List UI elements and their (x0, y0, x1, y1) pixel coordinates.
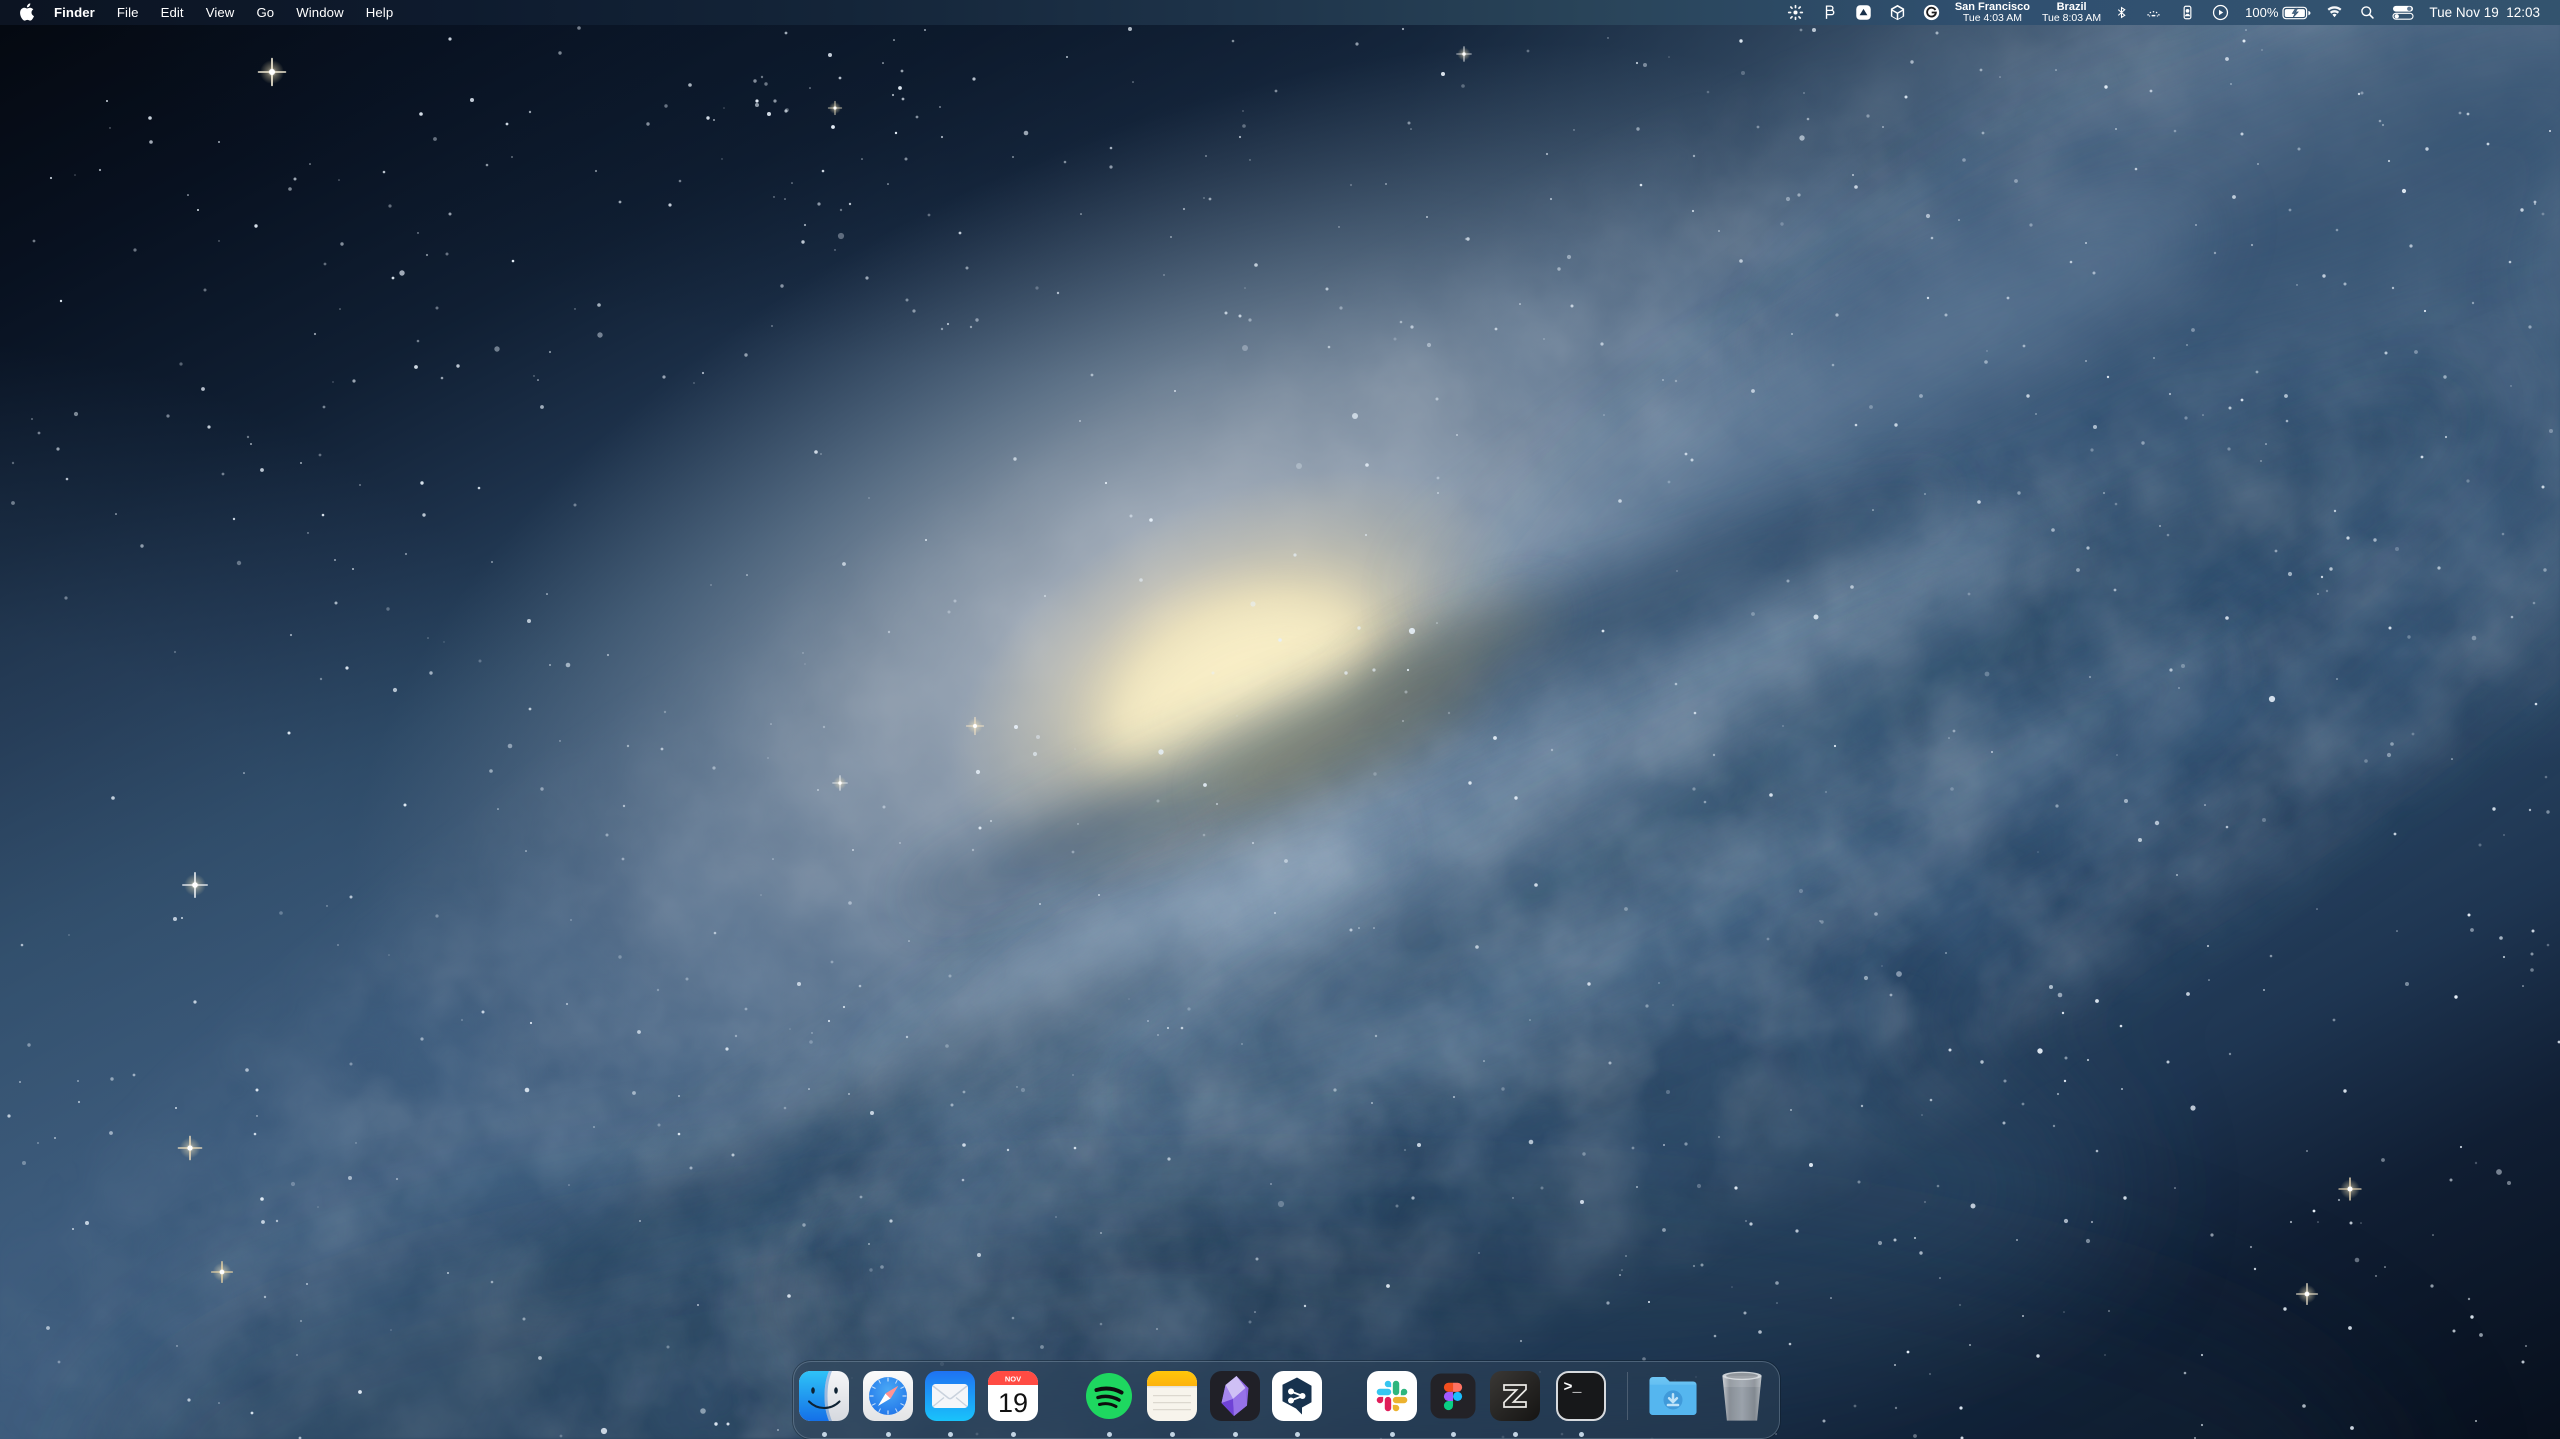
svg-text:NOV: NOV (1005, 1375, 1021, 1384)
svg-text:19: 19 (998, 1388, 1028, 1418)
svg-text:>_: >_ (1564, 1379, 1583, 1396)
